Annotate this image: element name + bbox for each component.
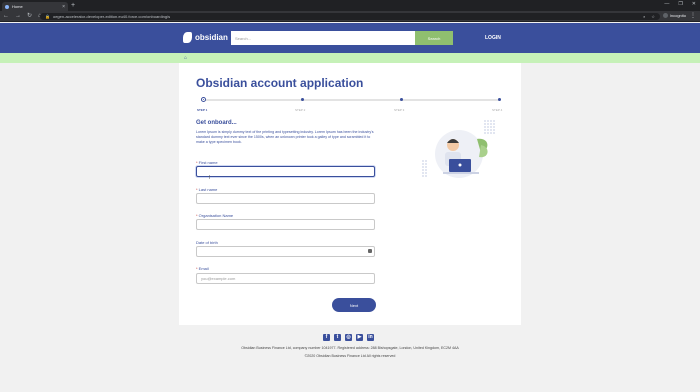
back-arrow-icon[interactable]: ← bbox=[3, 12, 9, 21]
step-3-label: STEP 3 bbox=[394, 108, 405, 112]
form-subtitle: Get onboard... bbox=[196, 120, 237, 126]
obsidian-logo-icon bbox=[183, 32, 192, 43]
organisation-name-field[interactable] bbox=[196, 219, 375, 230]
tab-close-icon[interactable]: × bbox=[62, 4, 65, 10]
youtube-icon[interactable]: ▶ bbox=[356, 334, 363, 341]
step-progress bbox=[201, 97, 501, 102]
instagram-icon[interactable]: ◎ bbox=[345, 334, 352, 341]
browser-menu-icon[interactable]: ⋮ bbox=[690, 12, 696, 19]
lock-icon: 🔒 bbox=[45, 14, 50, 19]
browser-tab[interactable]: Home × bbox=[2, 2, 68, 11]
application-card: Obsidian account application STEP 1 STEP… bbox=[179, 63, 521, 325]
first-name-field[interactable] bbox=[196, 166, 375, 177]
email-label: * Email bbox=[196, 266, 209, 271]
search-button[interactable]: Search bbox=[415, 31, 453, 45]
onboarding-illustration bbox=[422, 120, 495, 178]
tab-favicon-icon bbox=[5, 4, 9, 9]
new-tab-button[interactable]: + bbox=[71, 2, 75, 10]
address-bar: ← → ↻ ⌂ 🔒 oegen-accelerator-developer-ed… bbox=[0, 11, 700, 22]
linkedin-icon[interactable]: in bbox=[367, 334, 374, 341]
incognito-badge[interactable]: Incognito bbox=[662, 13, 686, 18]
twitter-icon[interactable]: t bbox=[334, 334, 341, 341]
step-2-indicator bbox=[301, 98, 304, 101]
logo-text: obsidian bbox=[195, 33, 228, 42]
step-3-indicator bbox=[400, 98, 403, 101]
step-4-label: STEP 4 bbox=[492, 108, 503, 112]
calendar-icon[interactable] bbox=[368, 249, 372, 253]
site-header: obsidian Search LOGIN bbox=[0, 23, 700, 53]
nav-buttons: ← → ↻ ⌂ bbox=[3, 12, 42, 21]
step-4-indicator bbox=[498, 98, 501, 101]
step-2-label: STEP 2 bbox=[295, 108, 306, 112]
minimize-button[interactable]: — bbox=[664, 1, 669, 7]
page-title: Obsidian account application bbox=[196, 76, 364, 90]
incognito-icon bbox=[662, 13, 668, 18]
zoom-icon[interactable]: ⌕ bbox=[643, 14, 645, 19]
home-icon[interactable]: ⌂ bbox=[184, 56, 187, 61]
maximize-button[interactable]: ❐ bbox=[678, 1, 682, 7]
login-link[interactable]: LOGIN bbox=[485, 35, 501, 41]
window-controls: — ❐ ✕ bbox=[664, 1, 696, 7]
email-field[interactable] bbox=[196, 273, 375, 284]
first-name-label: * First name bbox=[196, 160, 218, 165]
close-window-button[interactable]: ✕ bbox=[692, 1, 696, 7]
step-1-label: STEP 1 bbox=[197, 108, 208, 112]
date-of-birth-field[interactable] bbox=[196, 246, 375, 257]
organisation-name-label: * Organisation Name bbox=[196, 213, 234, 218]
browser-tab-bar: Home × + — ❐ ✕ bbox=[0, 0, 700, 11]
search-input[interactable] bbox=[231, 31, 415, 45]
tab-title: Home bbox=[12, 4, 23, 9]
breadcrumb-bar bbox=[0, 53, 700, 63]
forward-arrow-icon[interactable]: → bbox=[15, 12, 21, 21]
site-logo[interactable]: obsidian bbox=[183, 32, 228, 43]
url-omnibox[interactable]: 🔒 oegen-accelerator-developer-edition.eu… bbox=[40, 13, 660, 20]
star-icon[interactable]: ☆ bbox=[651, 14, 655, 19]
last-name-field[interactable] bbox=[196, 193, 375, 204]
next-button[interactable]: Next bbox=[332, 298, 376, 312]
facebook-icon[interactable]: f bbox=[323, 334, 330, 341]
company-info: Obsidian Business Finance Ltd, company n… bbox=[241, 346, 459, 350]
incognito-label: Incognito bbox=[669, 13, 686, 18]
reload-icon[interactable]: ↻ bbox=[27, 12, 32, 21]
intro-text: Lorem Ipsum is simply dummy text of the … bbox=[196, 130, 374, 145]
text-cursor-icon: I bbox=[209, 175, 211, 181]
copyright-text: ©2020 Obsidian Business Finance Ltd All … bbox=[304, 354, 396, 358]
step-1-indicator bbox=[201, 97, 206, 102]
url-text[interactable]: oegen-accelerator-developer-edition.eu40… bbox=[53, 14, 643, 19]
date-of-birth-label: Date of birth bbox=[196, 240, 218, 245]
social-links: f t ◎ ▶ in bbox=[323, 334, 374, 341]
last-name-label: * Last name bbox=[196, 187, 218, 192]
omnibox-icons: ⌕ ☆ bbox=[643, 14, 655, 19]
